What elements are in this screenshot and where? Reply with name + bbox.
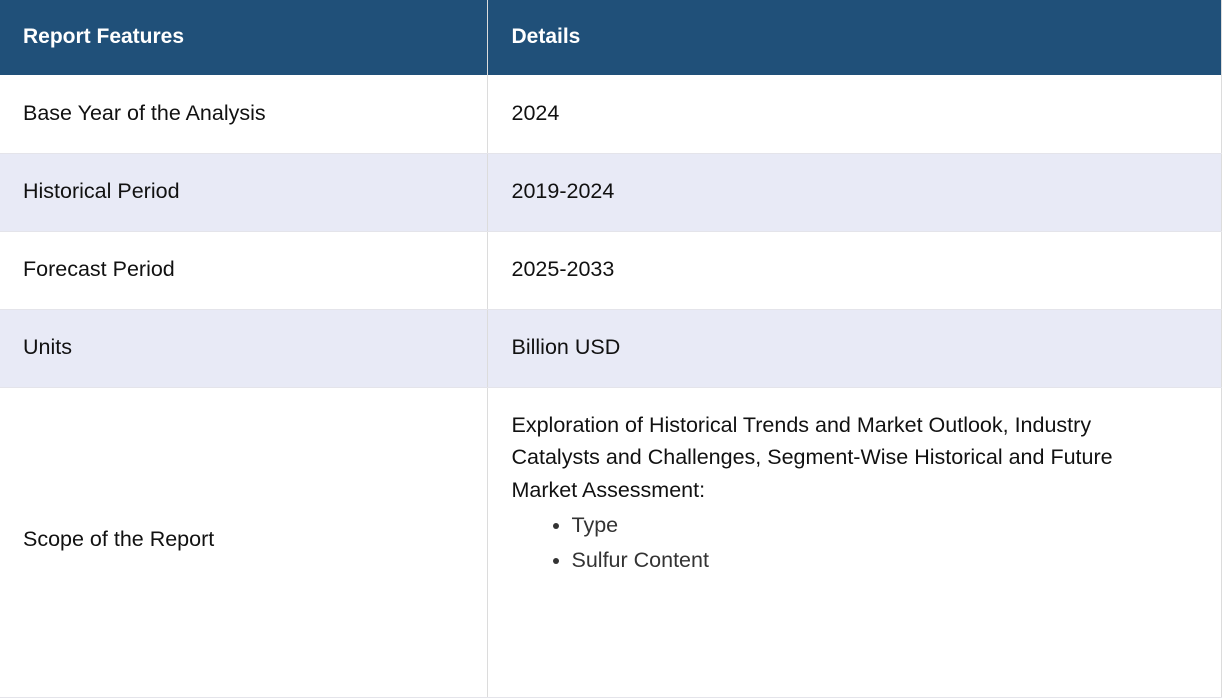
row-feature-base-year: Base Year of the Analysis <box>0 75 488 154</box>
table-row: Forecast Period 2025-2033 <box>0 231 1222 310</box>
row-feature-forecast-period: Forecast Period <box>0 231 488 310</box>
table-row: Scope of the Report Exploration of Histo… <box>0 387 1222 698</box>
row-details-forecast-period: 2025-2033 <box>487 231 1222 310</box>
list-item: Type <box>572 508 1161 543</box>
table-header-row: Report Features Details <box>0 0 1222 75</box>
scope-description: Exploration of Historical Trends and Mar… <box>511 412 1113 502</box>
header-details: Details <box>487 0 1222 75</box>
row-details-historical-period: 2019-2024 <box>487 153 1222 232</box>
row-feature-units: Units <box>0 309 488 388</box>
table-row: Historical Period 2019-2024 <box>0 153 1222 232</box>
list-item: Sulfur Content <box>572 543 1161 578</box>
scope-segment-list: Type Sulfur Content <box>512 508 1161 578</box>
table-row: Units Billion USD <box>0 309 1222 388</box>
row-details-scope: Exploration of Historical Trends and Mar… <box>487 387 1222 698</box>
row-feature-scope: Scope of the Report <box>0 387 488 698</box>
table-row: Base Year of the Analysis 2024 <box>0 75 1222 154</box>
report-features-table: Report Features Details Base Year of the… <box>0 0 1222 698</box>
row-details-units: Billion USD <box>487 309 1222 388</box>
header-report-features: Report Features <box>0 0 488 75</box>
row-details-base-year: 2024 <box>487 75 1222 154</box>
row-feature-historical-period: Historical Period <box>0 153 488 232</box>
